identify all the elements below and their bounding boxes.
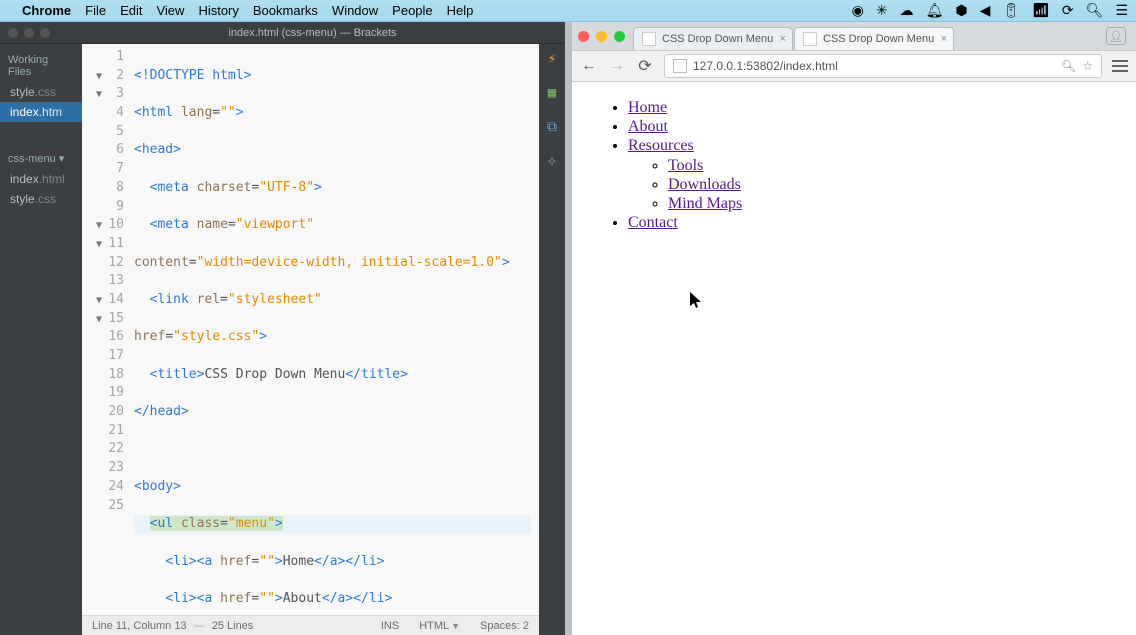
nav-link-home[interactable]: Home — [628, 99, 667, 116]
user-icon[interactable]: 👤︎ — [1102, 27, 1130, 45]
chrome-window: CSS Drop Down Menu × CSS Drop Down Menu … — [571, 22, 1136, 635]
brackets-sidebar: Working Files style.css index.htm css-me… — [0, 44, 82, 635]
close-icon[interactable] — [578, 31, 589, 42]
language-selector[interactable]: HTML▼ — [419, 620, 460, 632]
cursor-position: Line 11, Column 13 — [92, 620, 187, 632]
bell-icon[interactable]: 🔔︎ — [926, 2, 944, 19]
dropbox-icon[interactable]: ⬢ — [955, 2, 967, 19]
page-icon — [803, 32, 817, 46]
zoom-icon[interactable]: 🔍︎ — [1061, 59, 1076, 73]
minimize-icon[interactable] — [24, 28, 34, 38]
sidebar-item-stylecss[interactable]: style.css — [0, 82, 82, 102]
brackets-title: index.html (css-menu) — Brackets — [60, 27, 565, 39]
extension-icon[interactable]: ▦ — [543, 84, 561, 102]
line-count: 25 Lines — [212, 620, 254, 632]
minimize-icon[interactable] — [596, 31, 607, 42]
chrome-menu-icon[interactable] — [1112, 60, 1128, 72]
close-icon[interactable] — [8, 28, 18, 38]
indent-selector[interactable]: Spaces: 2 — [480, 620, 529, 632]
project-heading[interactable]: css-menu ▾ — [0, 148, 82, 169]
code-icon[interactable]: ⧉ — [543, 118, 561, 136]
url-text: 127.0.0.1:53802/index.html — [693, 59, 838, 73]
brackets-titlebar[interactable]: index.html (css-menu) — Brackets — [0, 22, 565, 44]
search-icon[interactable]: 🔍︎ — [1086, 2, 1104, 19]
menu-window[interactable]: Window — [332, 3, 378, 18]
page-icon — [673, 59, 687, 73]
code-editor[interactable]: <!DOCTYPE html> <html lang=""> <head> <m… — [130, 44, 539, 615]
back-button[interactable]: ← — [580, 57, 598, 75]
live-preview-icon[interactable]: ⚡ — [543, 50, 561, 68]
wifi-icon[interactable]: 📶︎ — [1032, 2, 1050, 19]
status-icon[interactable]: ◉ — [852, 2, 864, 19]
zoom-icon[interactable] — [40, 28, 50, 38]
chrome-tab-1[interactable]: CSS Drop Down Menu × — [633, 27, 793, 50]
line-gutter: 1 ▼2 ▼3 4 5 6 7 8 9 ▼10 ▼11 12 13 ▼14 — [82, 44, 130, 615]
chrome-toolbar: ← → ⟳ 127.0.0.1:53802/index.html 🔍︎ ☆ — [572, 50, 1136, 82]
status-icon[interactable]: ✳︎ — [876, 2, 888, 19]
nav-link-mindmaps[interactable]: Mind Maps — [668, 195, 742, 212]
mac-menubar: Chrome File Edit View History Bookmarks … — [0, 0, 1136, 22]
menu-edit[interactable]: Edit — [120, 3, 142, 18]
sidebar-item-project-style[interactable]: style.css — [0, 189, 82, 209]
cursor-icon — [690, 292, 702, 310]
page-icon — [642, 32, 656, 46]
nav-link-downloads[interactable]: Downloads — [668, 176, 741, 193]
app-name[interactable]: Chrome — [22, 3, 71, 18]
sidebar-item-project-index[interactable]: index.html — [0, 169, 82, 189]
sync-icon[interactable]: ⟳ — [1062, 2, 1074, 19]
working-files-heading: Working Files — [0, 50, 82, 82]
reload-button[interactable]: ⟳ — [636, 56, 654, 76]
volume-icon[interactable]: ◀︎ — [980, 2, 991, 19]
tab-title: CSS Drop Down Menu — [662, 33, 773, 45]
forward-button[interactable]: → — [608, 57, 626, 75]
battery-icon[interactable]: 🔋︎ — [1002, 2, 1020, 19]
menu-view[interactable]: View — [156, 3, 184, 18]
menu-file[interactable]: File — [85, 3, 106, 18]
nav-link-contact[interactable]: Contact — [628, 214, 678, 231]
cloud-icon[interactable]: ☁︎ — [900, 2, 914, 19]
nav-link-resources[interactable]: Resources — [628, 137, 694, 154]
menu-history[interactable]: History — [198, 3, 238, 18]
zoom-icon[interactable] — [614, 31, 625, 42]
menu-people[interactable]: People — [392, 3, 432, 18]
insert-mode[interactable]: INS — [381, 620, 399, 632]
menu-bookmarks[interactable]: Bookmarks — [253, 3, 318, 18]
brackets-window: index.html (css-menu) — Brackets Working… — [0, 22, 565, 635]
close-icon[interactable]: × — [780, 33, 786, 45]
sidebar-item-indexhtml[interactable]: index.htm — [0, 102, 82, 122]
bookmark-icon[interactable]: ☆ — [1082, 59, 1093, 73]
nav-link-about[interactable]: About — [628, 118, 668, 135]
brackets-statusbar: Line 11, Column 13 — 25 Lines INS HTML▼ … — [82, 615, 539, 635]
chrome-tabbar: CSS Drop Down Menu × CSS Drop Down Menu … — [572, 22, 1136, 50]
chrome-tab-2[interactable]: CSS Drop Down Menu × — [794, 27, 954, 50]
address-bar[interactable]: 127.0.0.1:53802/index.html 🔍︎ ☆ — [664, 54, 1102, 78]
nav-link-tools[interactable]: Tools — [668, 157, 703, 174]
page-content: Home About Resources Tools Downloads Min… — [572, 82, 1136, 635]
brackets-toolstrip: ⚡ ▦ ⧉ ⟡ — [539, 44, 565, 635]
close-icon[interactable]: × — [941, 33, 947, 45]
menu-icon[interactable]: ☰ — [1115, 2, 1128, 19]
menu-help[interactable]: Help — [447, 3, 474, 18]
tab-title: CSS Drop Down Menu — [823, 33, 934, 45]
settings-icon[interactable]: ⟡ — [543, 152, 561, 170]
